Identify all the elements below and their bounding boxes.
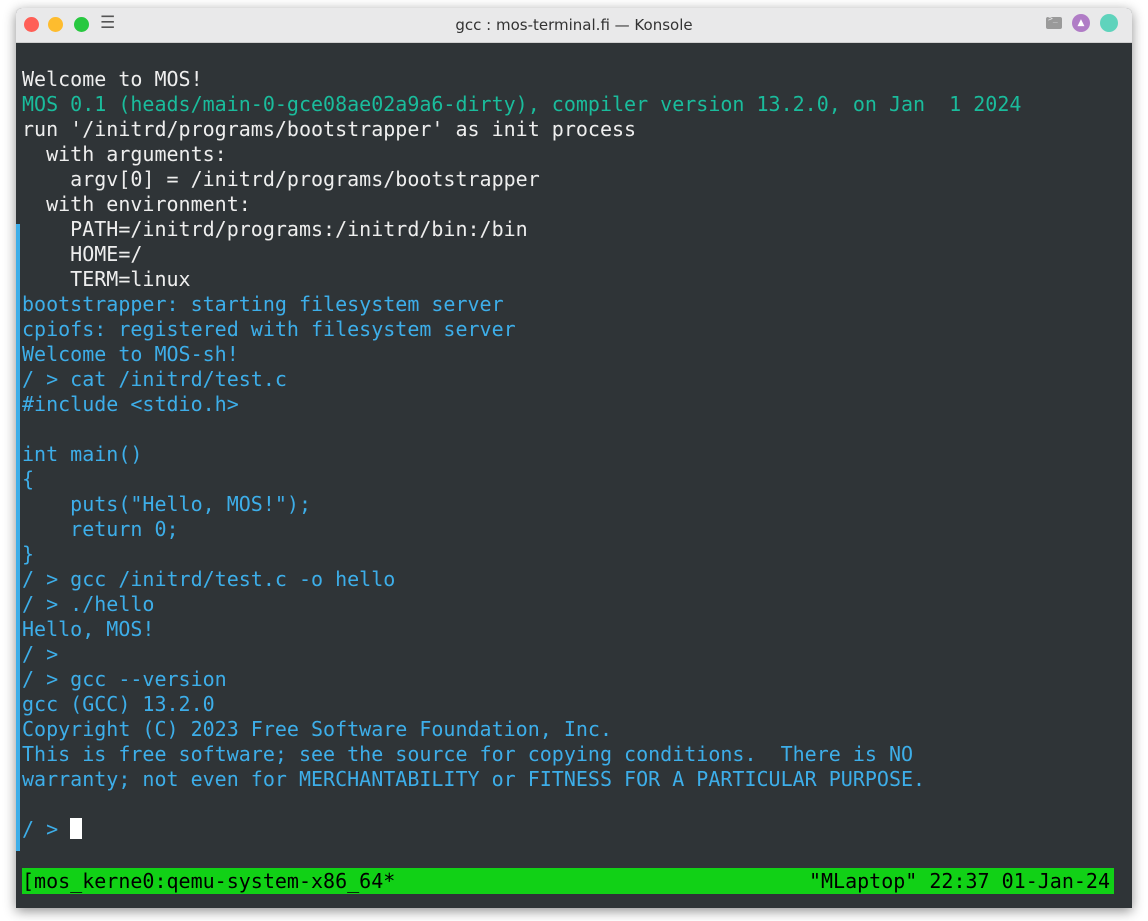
- terminal-line: / > gcc --version: [22, 667, 227, 691]
- terminal-line: {: [22, 467, 35, 491]
- terminal-line: bootstrapper: starting filesystem server: [22, 292, 504, 316]
- terminal-line: Welcome to MOS-sh!: [22, 342, 239, 366]
- terminal-line: / > gcc /initrd/test.c -o hello: [22, 567, 396, 591]
- terminal-line: }: [22, 542, 35, 566]
- status-right: "MLaptop" 22:37 01-Jan-24: [808, 869, 1110, 893]
- prompt-line[interactable]: / >: [22, 817, 1021, 842]
- terminal-line: This is free software; see the source fo…: [22, 742, 914, 766]
- terminal-output[interactable]: Welcome to MOS! MOS 0.1 (heads/main-0-gce…: [22, 67, 1021, 842]
- shell-prompt: / >: [22, 817, 71, 841]
- terminal-line: int main(): [22, 442, 143, 466]
- terminal-line: Welcome to MOS!: [22, 67, 203, 91]
- keep-above-icon[interactable]: [1100, 14, 1118, 33]
- terminal-line: / >: [22, 642, 59, 666]
- arrow-up-icon[interactable]: ▲: [1072, 14, 1090, 33]
- terminal-line: / > cat /initrd/test.c: [22, 367, 287, 391]
- status-left: [mos_kerne0:qemu-system-x86_64*: [22, 869, 396, 893]
- terminal-line: with environment:: [22, 192, 251, 216]
- title-bar-right-icons: ▲: [1040, 14, 1118, 34]
- terminal-line: gcc (GCC) 13.2.0: [22, 692, 215, 716]
- terminal-line: Hello, MOS!: [22, 617, 155, 641]
- terminal-line: with arguments:: [22, 142, 227, 166]
- terminal-line: cpiofs: registered with filesystem serve…: [22, 317, 516, 341]
- terminal-line: MOS 0.1 (heads/main-0-gce08ae02a9a6-dirt…: [22, 92, 1022, 116]
- terminal-line: #include <stdio.h>: [22, 392, 239, 416]
- terminal-icon[interactable]: [1046, 14, 1062, 30]
- title-bar[interactable]: ☰ gcc : mos-terminal.fi — Konsole ▲: [16, 8, 1132, 43]
- terminal-line: run '/initrd/programs/bootstrapper' as i…: [22, 117, 637, 141]
- terminal-line: argv[0] = /initrd/programs/bootstrapper: [22, 167, 540, 191]
- terminal-line: puts("Hello, MOS!");: [22, 492, 311, 516]
- tmux-status-bar: [mos_kerne0:qemu-system-x86_64* "MLaptop…: [22, 868, 1114, 894]
- terminal-line: Copyright (C) 2023 Free Software Foundat…: [22, 717, 613, 741]
- terminal-line: / > ./hello: [22, 592, 155, 616]
- terminal-line: return 0;: [22, 517, 179, 541]
- terminal-line: warranty; not even for MERCHANTABILITY o…: [22, 767, 926, 791]
- text-cursor: [70, 818, 83, 839]
- terminal-line: PATH=/initrd/programs:/initrd/bin:/bin: [22, 217, 528, 241]
- terminal-line: HOME=/: [22, 242, 143, 266]
- terminal-line: TERM=linux: [22, 267, 191, 291]
- konsole-window: ☰ gcc : mos-terminal.fi — Konsole ▲ Welc…: [16, 8, 1132, 908]
- window-title: gcc : mos-terminal.fi — Konsole: [455, 16, 693, 34]
- scroll-marker: [16, 224, 20, 851]
